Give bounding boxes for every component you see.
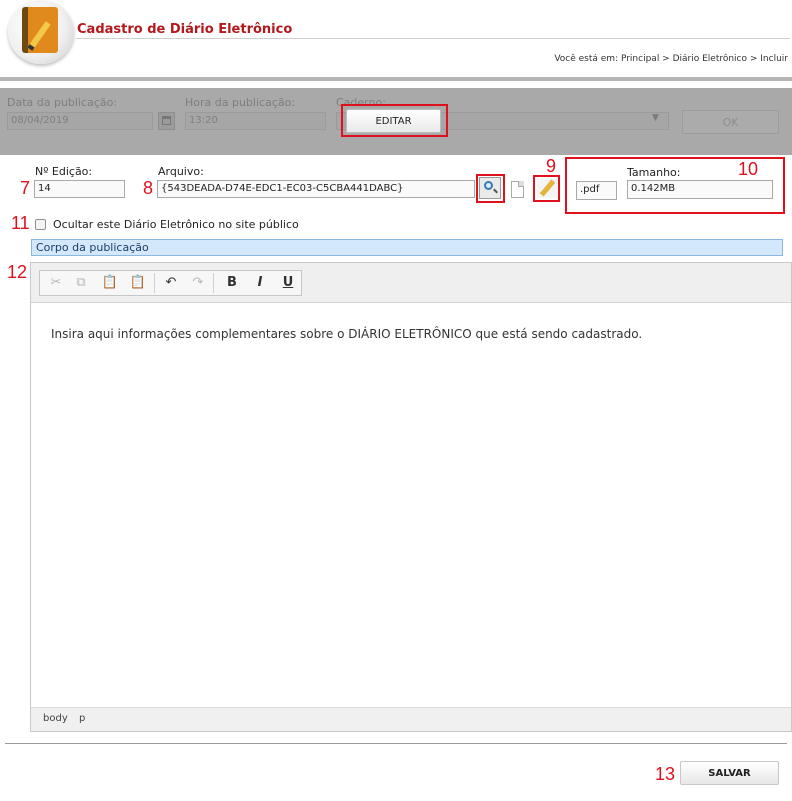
page-title: Cadastro de Diário Eletrônico (77, 22, 293, 37)
annotation-number-13: 13 (655, 764, 676, 784)
ocultar-label: Ocultar este Diário Eletrônico no site p… (53, 218, 299, 231)
editor-status-bar (31, 707, 791, 731)
paste-text-icon[interactable]: 📋 (127, 274, 149, 292)
document-icon[interactable] (511, 181, 524, 198)
edicao-label: Nº Edição: (35, 165, 93, 178)
annotation-number-7: 7 (20, 178, 31, 198)
annotation-number-12: 12 (7, 262, 28, 282)
arquivo-input[interactable]: {543DEADA-D74E-EDC1-EC03-C5CBA441DABC} (157, 180, 475, 198)
data-publicacao-input[interactable]: 08/04/2019 (7, 112, 153, 130)
edicao-input[interactable]: 14 (34, 180, 125, 198)
hora-publicacao-input[interactable]: 13:20 (185, 112, 326, 130)
ocultar-checkbox[interactable] (35, 219, 46, 230)
breadcrumb: Você está em: Principal > Diário Eletrôn… (554, 54, 788, 64)
hora-publicacao-label: Hora da publicação: (185, 96, 296, 109)
undo-icon[interactable]: ↶ (160, 274, 182, 292)
ok-button[interactable]: OK (682, 110, 779, 134)
corpo-publicacao-header: Corpo da publicação (31, 239, 783, 256)
header-divider (76, 38, 790, 39)
editor-content[interactable]: Insira aqui informações complementares s… (51, 327, 642, 341)
extensao-input: .pdf (576, 181, 617, 200)
paste-icon[interactable]: 📋 (99, 274, 121, 292)
path-p[interactable]: p (79, 713, 85, 724)
arquivo-label: Arquivo: (158, 165, 204, 178)
editar-button[interactable]: EDITAR (346, 109, 441, 133)
annotation-number-10: 10 (738, 159, 759, 179)
annotation-number-9: 9 (546, 156, 557, 176)
redo-icon[interactable]: ↷ (187, 274, 209, 292)
tamanho-label: Tamanho: (627, 166, 681, 179)
data-publicacao-label: Data da publicação: (7, 96, 118, 109)
italic-button[interactable]: I (249, 274, 271, 292)
bottom-divider (5, 743, 787, 744)
underline-button[interactable]: U (277, 274, 299, 292)
annotation-number-8: 8 (143, 178, 154, 198)
chevron-down-icon: ▼ (652, 113, 659, 123)
path-body[interactable]: body (43, 713, 68, 724)
copy-icon[interactable]: ⧉ (70, 274, 92, 292)
search-icon[interactable] (479, 177, 501, 199)
edit-pencil-icon[interactable] (537, 178, 557, 198)
top-divider (0, 77, 792, 81)
toolbar-separator (154, 273, 155, 293)
bold-button[interactable]: B (221, 274, 243, 292)
salvar-button[interactable]: SALVAR (680, 761, 779, 785)
cut-icon[interactable]: ✂ (45, 274, 67, 292)
toolbar-separator (213, 273, 214, 293)
calendar-icon[interactable] (158, 112, 175, 130)
annotation-number-11: 11 (11, 213, 30, 233)
tamanho-input: 0.142MB (627, 180, 773, 199)
